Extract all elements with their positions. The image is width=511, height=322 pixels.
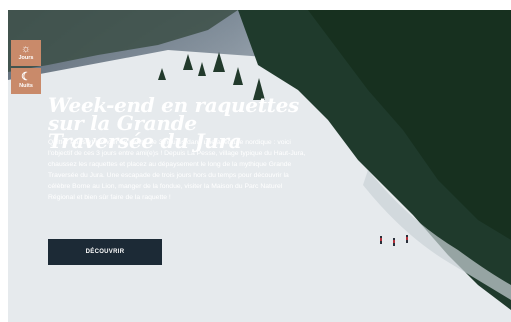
tab-nuits[interactable]: ☾ Nuits: [11, 68, 41, 94]
sun-icon: ☼: [20, 43, 32, 56]
side-tabs: ☼ Jours ☾ Nuits: [11, 40, 41, 96]
discover-button[interactable]: DÉCOUVRIR: [48, 239, 162, 265]
tab-nuits-label: Nuits: [19, 83, 33, 90]
moon-icon: ☾: [21, 71, 31, 84]
hero-banner: ☼ Jours ☾ Nuits Week-end en raquettes su…: [8, 10, 511, 322]
hero-description: Quitter Paris et plonger en moins de 3 h…: [48, 139, 306, 201]
tab-jours-label: Jours: [18, 55, 34, 62]
tab-jours[interactable]: ☼ Jours: [11, 40, 41, 66]
